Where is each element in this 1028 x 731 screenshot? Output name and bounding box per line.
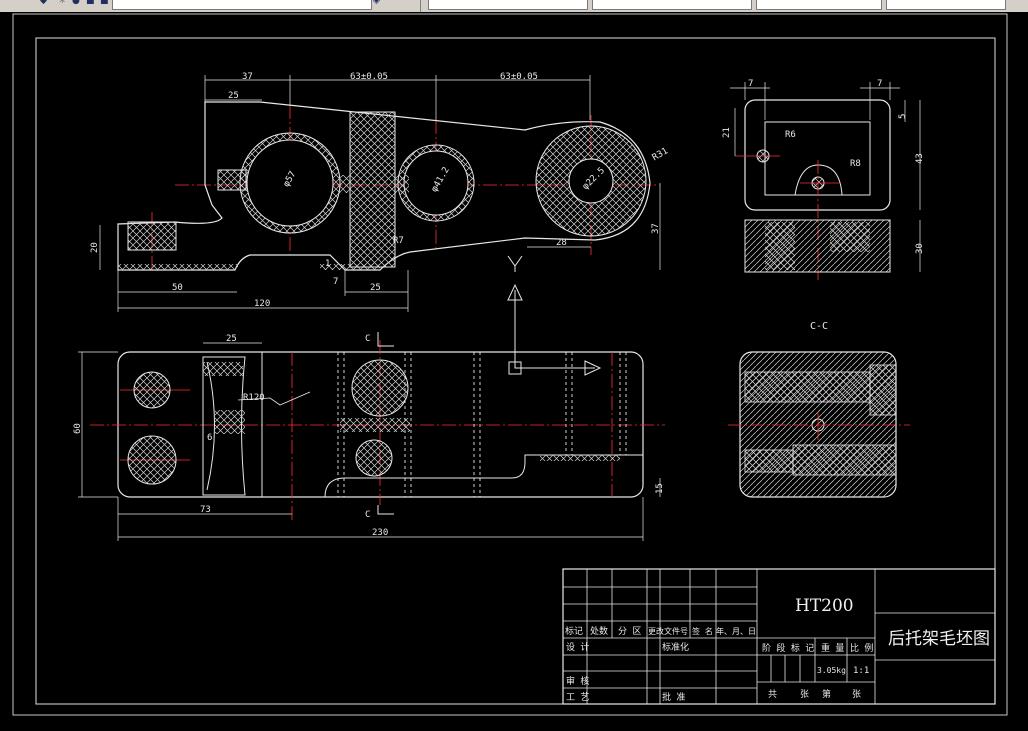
layer-dropdown[interactable]	[112, 0, 372, 10]
lock-icon[interactable]: ■	[86, 0, 95, 6]
section-xhatch	[744, 371, 871, 403]
side-base-xhatch	[830, 222, 870, 252]
dim-1: 1	[325, 259, 330, 269]
front-view: C C 25 60 R120 6 73 230 15	[73, 283, 665, 541]
scale-value: 1:1	[853, 666, 869, 676]
dim-30: 30	[915, 243, 925, 254]
label-signature: 签 名	[692, 626, 713, 636]
label-sheet-no: 第	[822, 688, 831, 700]
weight-value: 3.05kg	[817, 666, 846, 675]
rib-hatch	[215, 410, 245, 434]
ucs-axis	[514, 290, 595, 369]
linetype-dropdown[interactable]	[592, 0, 752, 10]
dim-25: 25	[228, 91, 239, 101]
label-design: 设 计	[566, 641, 589, 653]
section-xhatch	[744, 449, 794, 473]
dim-37v: 37	[651, 223, 661, 234]
dim-63a: 63±0.05	[350, 72, 388, 82]
vertical-rib	[349, 111, 396, 268]
label-sheet: 张	[852, 689, 861, 700]
lightbulb-icon[interactable]: ●	[72, 0, 80, 6]
rib-web	[338, 175, 350, 193]
dim-15: 15	[655, 483, 665, 494]
color-dropdown[interactable]	[428, 0, 588, 10]
layer-icon[interactable]: ◆	[40, 0, 47, 6]
label-zone: 分 区	[618, 626, 641, 637]
label-sheets: 张	[800, 689, 809, 700]
label-scale: 比 例	[850, 642, 873, 654]
toolbar-separator	[420, 0, 421, 12]
bolt-hole	[127, 435, 177, 485]
section-mark-c-bottom: C	[365, 510, 370, 520]
rib-hatch	[203, 362, 243, 376]
dim-230: 230	[372, 528, 388, 538]
label-date: 年、月、日	[716, 626, 756, 636]
section-xhatch	[792, 444, 897, 476]
dim-20: 20	[90, 242, 100, 253]
dim-7: 7	[333, 277, 338, 287]
dim-50: 50	[172, 283, 183, 293]
boss-hole	[351, 359, 409, 417]
section-label: C-C	[810, 321, 828, 332]
bolt-hole	[133, 371, 171, 409]
dim-7a: 7	[748, 79, 753, 89]
label-review: 审 核	[566, 675, 589, 687]
dim-43: 43	[915, 153, 925, 164]
label-total: 共	[768, 689, 777, 700]
section-xhatch	[869, 364, 897, 416]
top-view: 37 63±0.05 63±0.05 25 20 50 120 25 28 37…	[90, 72, 670, 312]
dim-6: 6	[207, 433, 212, 443]
label-count: 处数	[590, 625, 608, 637]
label-mark: 标记	[565, 625, 583, 637]
step-hatch	[540, 455, 620, 461]
drawing-name: 后托架毛坯图	[888, 629, 990, 649]
label-standardize: 标准化	[662, 641, 689, 653]
layer-state-icon[interactable]: ◈	[373, 0, 380, 6]
label-approve: 批 准	[662, 691, 685, 703]
radius-r7: R7	[393, 236, 404, 246]
dim-7b: 7	[877, 79, 882, 89]
dim-120: 120	[254, 299, 270, 309]
plotstyle-dropdown[interactable]	[886, 0, 1006, 10]
sun-icon[interactable]: ☼	[58, 0, 66, 6]
dim-25b: 25	[370, 283, 381, 293]
side-base-xhatch	[765, 222, 795, 270]
arc-curve	[206, 361, 215, 491]
section-arrow-bottom	[377, 505, 394, 515]
surface-mark	[507, 255, 523, 272]
dim-60: 60	[73, 423, 83, 434]
label-stage-mark: 阶 段 标 记	[762, 642, 814, 654]
radius-r6: R6	[785, 130, 796, 140]
dim-21: 21	[722, 127, 732, 138]
base-hatch	[118, 264, 238, 270]
radius-r31: R31	[651, 146, 670, 163]
radius-r120: R120	[243, 393, 265, 403]
dim-37: 37	[242, 72, 253, 82]
dim-5: 5	[898, 114, 908, 119]
label-process: 工 艺	[566, 692, 589, 703]
title-block: HT200 后托架毛坯图 标记 处数 分 区 更改文件号 签 名 年、月、日 设…	[562, 568, 996, 705]
dim-25-front: 25	[226, 334, 237, 344]
dim-73: 73	[200, 505, 211, 515]
left-pocket	[217, 169, 247, 191]
label-weight: 重 量	[821, 642, 844, 654]
boss-section	[127, 221, 177, 251]
web-section	[340, 418, 410, 432]
radius-r8: R8	[850, 159, 861, 169]
side-view: 7 7 21 5 43 30 R6 R8	[722, 79, 925, 280]
label-change-doc: 更改文件号	[648, 626, 688, 636]
color-square-icon[interactable]: ■	[100, 0, 109, 6]
material-label: HT200	[795, 596, 854, 616]
rib-web	[395, 175, 409, 193]
lineweight-dropdown[interactable]	[756, 0, 882, 10]
section-c-c: C-C	[728, 321, 910, 498]
section-mark-c-top: C	[365, 334, 370, 344]
dim-28: 28	[556, 238, 567, 248]
boss-hole	[355, 439, 393, 477]
dim-63b: 63±0.05	[500, 72, 538, 82]
drawing-canvas[interactable]: 37 63±0.05 63±0.05 25 20 50 120 25 28 37…	[0, 12, 1028, 731]
